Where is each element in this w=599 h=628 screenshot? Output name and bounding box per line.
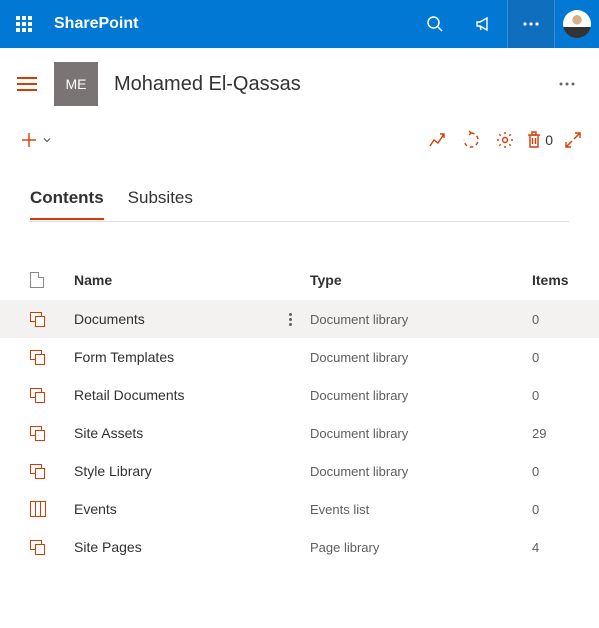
megaphone-icon[interactable] xyxy=(459,0,507,48)
item-type: Document library xyxy=(310,388,532,403)
suite-brand[interactable]: SharePoint xyxy=(54,15,138,33)
settings-icon[interactable] xyxy=(489,124,521,156)
item-name[interactable]: Form Templates xyxy=(74,349,310,365)
more-icon[interactable] xyxy=(507,0,555,48)
item-type: Document library xyxy=(310,426,532,441)
item-type: Page library xyxy=(310,540,532,555)
recycle-bin-button[interactable]: 0 xyxy=(523,124,555,156)
command-bar: 0 xyxy=(0,120,599,164)
table-row[interactable]: Retail DocumentsDocument library0 xyxy=(0,376,599,414)
avatar[interactable] xyxy=(563,10,591,38)
library-icon xyxy=(30,311,74,327)
pivot-tabs: Contents Subsites xyxy=(0,164,599,221)
list-icon xyxy=(30,501,74,517)
search-icon[interactable] xyxy=(411,0,459,48)
table-row[interactable]: Form TemplatesDocument library0 xyxy=(0,338,599,376)
new-button[interactable] xyxy=(16,125,56,155)
item-count: 0 xyxy=(532,350,569,365)
column-header-items[interactable]: Items xyxy=(532,272,569,288)
nav-toggle-icon[interactable] xyxy=(10,67,44,101)
item-count: 4 xyxy=(532,540,569,555)
table-row[interactable]: Site AssetsDocument library29 xyxy=(0,414,599,452)
item-name[interactable]: Site Pages xyxy=(74,539,310,555)
item-name[interactable]: Retail Documents xyxy=(74,387,310,403)
item-count: 0 xyxy=(532,388,569,403)
app-launcher-icon[interactable] xyxy=(0,0,48,48)
suite-nav: SharePoint xyxy=(0,0,599,48)
item-count: 0 xyxy=(532,502,569,517)
expand-icon[interactable] xyxy=(557,124,589,156)
tab-contents[interactable]: Contents xyxy=(30,188,104,220)
site-title: Mohamed El-Qassas xyxy=(114,73,301,96)
table-row[interactable]: EventsEvents list0 xyxy=(0,490,599,528)
item-name[interactable]: Documents xyxy=(74,311,280,327)
item-name[interactable]: Style Library xyxy=(74,463,310,479)
site-header: ME Mohamed El-Qassas xyxy=(0,48,599,120)
item-type: Document library xyxy=(310,464,532,479)
library-icon xyxy=(30,349,74,365)
table-header: Name Type Items xyxy=(0,272,599,300)
usage-icon[interactable] xyxy=(421,124,453,156)
library-icon xyxy=(30,539,74,555)
item-type: Document library xyxy=(310,350,532,365)
item-type: Events list xyxy=(310,502,532,517)
item-name[interactable]: Events xyxy=(74,501,310,517)
recycle-bin-count: 0 xyxy=(545,132,553,148)
item-count: 0 xyxy=(532,464,569,479)
content-table: Name Type Items Documents Document librar… xyxy=(0,272,599,566)
table-row[interactable]: Documents Document library0 xyxy=(0,300,599,338)
table-row[interactable]: Style LibraryDocument library0 xyxy=(0,452,599,490)
row-actions-icon[interactable] xyxy=(280,313,300,326)
site-logo[interactable]: ME xyxy=(54,62,98,106)
library-icon xyxy=(30,425,74,441)
workflow-icon[interactable] xyxy=(455,124,487,156)
item-count: 0 xyxy=(532,312,569,327)
column-header-icon[interactable] xyxy=(30,272,74,288)
column-header-name[interactable]: Name xyxy=(74,272,310,288)
tab-subsites[interactable]: Subsites xyxy=(128,188,193,220)
column-header-type[interactable]: Type xyxy=(310,272,532,288)
library-icon xyxy=(30,387,74,403)
item-count: 29 xyxy=(532,426,569,441)
site-actions-icon[interactable] xyxy=(551,68,583,100)
library-icon xyxy=(30,463,74,479)
item-type: Document library xyxy=(310,312,532,327)
item-name[interactable]: Site Assets xyxy=(74,425,310,441)
table-row[interactable]: Site PagesPage library4 xyxy=(0,528,599,566)
